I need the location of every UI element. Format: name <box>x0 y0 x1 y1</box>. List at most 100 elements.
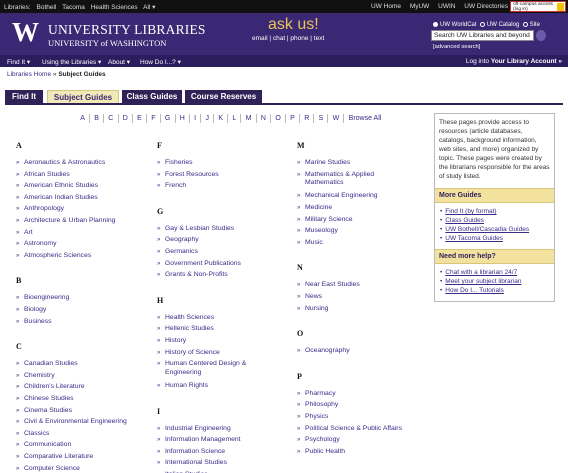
nav-using-the-libraries[interactable]: Using the Libraries ▾ <box>42 58 101 66</box>
alpha-link-l[interactable]: L <box>228 114 242 123</box>
subject-link[interactable]: Classics <box>16 430 49 439</box>
browse-all-link[interactable]: Browse All <box>344 114 385 123</box>
subject-link[interactable]: Bioengineering <box>16 294 69 303</box>
subject-link[interactable]: Industrial Engineering <box>157 425 231 434</box>
site-title[interactable]: UNIVERSITY LIBRARIES <box>48 22 206 38</box>
subject-link[interactable]: Medicine <box>297 204 332 213</box>
subject-link[interactable]: Psychology <box>297 436 340 445</box>
subject-link[interactable]: Germanics <box>157 248 198 257</box>
alpha-link-d[interactable]: D <box>119 114 133 123</box>
library-account-login[interactable]: Log into Your Library Account » <box>466 58 562 65</box>
alpha-link-p[interactable]: P <box>286 114 300 123</box>
alpha-link-c[interactable]: C <box>104 114 119 123</box>
subject-link[interactable]: Military Science <box>297 216 353 225</box>
more-guides-link[interactable]: UW Bothell/Cascadia Guides <box>440 225 550 234</box>
subject-link[interactable]: Geography <box>157 236 199 245</box>
more-guides-link[interactable]: Class Guides <box>440 216 550 225</box>
subject-link[interactable]: Chemistry <box>16 372 54 381</box>
more-guides-link[interactable]: Find It (by format) <box>440 207 550 216</box>
login-link[interactable]: Your Library Account » <box>491 58 562 65</box>
subject-link[interactable]: Children's Literature <box>16 383 85 392</box>
subject-link[interactable]: French <box>157 182 186 191</box>
subject-link[interactable]: Forest Resources <box>157 171 219 180</box>
site-subtitle[interactable]: UNIVERSITY of WASHINGTON <box>48 38 166 48</box>
subject-link[interactable]: Information Management <box>157 436 241 445</box>
alpha-link-b[interactable]: B <box>90 114 105 123</box>
subject-link[interactable]: Hellenic Studies <box>157 325 214 334</box>
nav-how-do-i[interactable]: How Do I...? ▾ <box>140 58 181 66</box>
alpha-link-j[interactable]: J <box>201 114 215 123</box>
subject-link[interactable]: Nursing <box>297 305 329 314</box>
subject-link[interactable]: Aeronautics & Astronautics <box>16 159 105 168</box>
tab-subject-guides[interactable]: Subject Guides <box>47 90 119 103</box>
topbar-link-uwin[interactable]: UWIN <box>438 3 455 10</box>
advanced-search-link[interactable]: [advanced search] <box>433 44 480 50</box>
alpha-link-n[interactable]: N <box>257 114 272 123</box>
subject-link[interactable]: Museology <box>297 227 338 236</box>
subject-link[interactable]: News <box>297 293 322 302</box>
nav-about[interactable]: About ▾ <box>108 58 130 66</box>
topbar-link-uw-directories[interactable]: UW Directories <box>464 3 508 10</box>
subject-link[interactable]: Grants & Non-Profits <box>157 271 228 280</box>
uw-logo[interactable]: W <box>12 19 39 46</box>
alpha-link-o[interactable]: O <box>271 114 286 123</box>
subject-link[interactable]: Oceanography <box>297 347 350 356</box>
subject-link[interactable]: Human Centered Design & Engineering <box>157 360 261 377</box>
help-link[interactable]: Meet your subject librarian <box>440 277 550 286</box>
alpha-link-f[interactable]: F <box>147 114 161 123</box>
subject-link[interactable]: Chinese Studies <box>16 395 73 404</box>
subject-link[interactable]: Biology <box>16 306 46 315</box>
alpha-link-m[interactable]: M <box>241 114 257 123</box>
subject-link[interactable]: Computer Science <box>16 465 80 473</box>
help-link[interactable]: Chat with a librarian 24/7 <box>440 268 550 277</box>
ask-us-link[interactable]: ask us! <box>268 16 319 34</box>
subject-link[interactable]: Human Rights <box>157 382 208 391</box>
subject-link[interactable]: International Studies <box>157 459 227 468</box>
radio-worldcat[interactable] <box>433 22 438 27</box>
subject-link[interactable]: Marine Studies <box>297 159 350 168</box>
tab-course-reserves[interactable]: Course Reserves <box>185 90 262 103</box>
radio-catalog[interactable] <box>479 22 485 27</box>
tab-class-guides[interactable]: Class Guides <box>122 90 182 103</box>
alpha-link-r[interactable]: R <box>300 114 315 123</box>
topbar-link-bothell[interactable]: Bothell <box>37 4 57 11</box>
subject-link[interactable]: Astronomy <box>16 240 57 249</box>
subject-link[interactable]: Civil & Environmental Engineering <box>16 418 127 427</box>
help-link[interactable]: How Do I... Tutorials <box>440 286 550 295</box>
topbar-link-tacoma[interactable]: Tacoma <box>62 4 85 11</box>
search-go-button[interactable] <box>536 30 546 41</box>
subject-link[interactable]: Near East Studies <box>297 281 360 290</box>
subject-link[interactable]: Government Publications <box>157 260 241 269</box>
subject-link[interactable]: Physics <box>297 413 329 422</box>
ask-us-contact-links[interactable]: email | chat | phone | text <box>252 35 324 42</box>
subject-link[interactable]: Fisheries <box>157 159 192 168</box>
alpha-link-k[interactable]: K <box>214 114 229 123</box>
subject-link[interactable]: Anthropology <box>16 205 64 214</box>
subject-link[interactable]: History <box>157 337 186 346</box>
alpha-link-i[interactable]: I <box>190 114 202 123</box>
subject-link[interactable]: African Studies <box>16 171 70 180</box>
more-guides-link[interactable]: UW Tacoma Guides <box>440 234 550 243</box>
subject-link[interactable]: Mechanical Engineering <box>297 192 377 201</box>
topbar-link-myuw[interactable]: MyUW <box>410 3 430 10</box>
subject-link[interactable]: American Ethnic Studies <box>16 182 98 191</box>
radio-site[interactable] <box>522 22 528 27</box>
subject-link[interactable]: Comparative Literature <box>16 453 93 462</box>
topbar-link-all[interactable]: All ▾ <box>143 4 155 11</box>
subject-link[interactable]: Architecture & Urban Planning <box>16 217 115 226</box>
subject-link[interactable]: Pharmacy <box>297 390 336 399</box>
subject-link[interactable]: Music <box>297 239 323 248</box>
subject-link[interactable]: Atmospheric Sciences <box>16 252 91 261</box>
alpha-link-a[interactable]: A <box>76 114 91 123</box>
subject-link[interactable]: Mathematics & Applied Mathematics <box>297 171 395 188</box>
subject-link[interactable]: Health Sciences <box>157 314 214 323</box>
breadcrumb-home[interactable]: Libraries Home <box>7 71 51 78</box>
off-campus-access-button[interactable]: off-campus access (log in) <box>510 1 566 12</box>
subject-link[interactable]: Art <box>16 229 32 238</box>
subject-link[interactable]: Cinema Studies <box>16 407 72 416</box>
tab-find-it[interactable]: Find It <box>5 90 43 103</box>
search-input[interactable]: Search UW Libraries and beyond <box>431 30 534 41</box>
topbar-link-health-sciences[interactable]: Health Sciences <box>91 4 138 11</box>
subject-link[interactable]: Political Science & Public Affairs <box>297 425 402 434</box>
alpha-link-s[interactable]: S <box>314 114 329 123</box>
